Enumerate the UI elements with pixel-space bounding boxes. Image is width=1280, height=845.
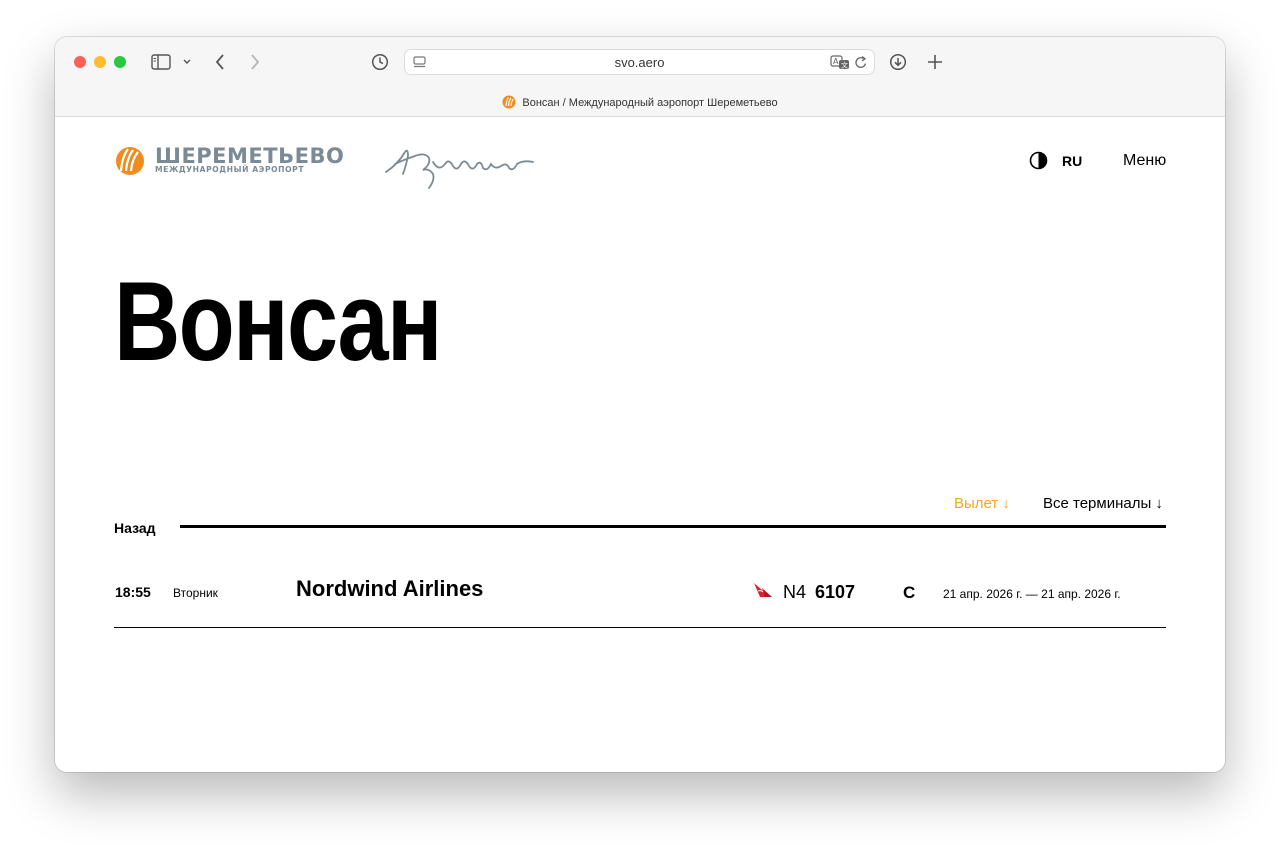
logo-wordmark[interactable]: ШЕРЕМЕТЬЕВО <box>155 146 344 167</box>
history-icon[interactable] <box>371 53 389 71</box>
sidebar-icon[interactable] <box>151 54 171 70</box>
svg-text:文: 文 <box>841 61 848 70</box>
browser-window: svo.aero A文 Вонсан / Международный аэроп… <box>55 37 1225 772</box>
flight-row[interactable]: 18:55 Вторник Nordwind Airlines N4 6107 … <box>114 557 1166 628</box>
flight-time: 18:55 <box>115 584 151 600</box>
airline-code: N4 <box>783 582 807 602</box>
divider <box>180 525 1166 528</box>
page-content: ШЕРЕМЕТЬЕВО МЕЖДУНАРОДНЫЙ АЭРОПОРТ RU Ме… <box>55 117 1225 772</box>
reload-icon[interactable] <box>854 55 868 75</box>
flight-day: Вторник <box>173 586 218 600</box>
zoom-window-button[interactable] <box>114 56 126 68</box>
translate-icon[interactable]: A文 <box>830 55 850 75</box>
nordwind-logo-icon <box>753 582 773 603</box>
download-icon[interactable] <box>889 53 907 71</box>
favicon-icon <box>502 95 516 112</box>
pushkin-signature-logo <box>383 142 537 197</box>
tab-active[interactable]: Вонсан / Международный аэропорт Шереметь… <box>55 95 1225 112</box>
terminal-filter[interactable]: Все терминалы ↓ <box>1043 495 1163 512</box>
contrast-icon[interactable] <box>1029 151 1048 175</box>
airline-name: Nordwind Airlines <box>296 576 484 601</box>
page-title: Вонсан <box>114 259 442 384</box>
direction-filter[interactable]: Вылет ↓ <box>954 495 1010 512</box>
url-text: svo.aero <box>614 55 665 70</box>
address-bar[interactable]: svo.aero A文 <box>404 49 875 75</box>
flight-number: 6107 <box>815 582 856 602</box>
plus-icon[interactable] <box>927 54 943 70</box>
tab-title-text: Вонсан / Международный аэропорт Шереметь… <box>522 97 778 109</box>
browser-toolbar: svo.aero A文 Вонсан / Международный аэроп… <box>55 37 1225 117</box>
logo-subtitle: МЕЖДУНАРОДНЫЙ АЭРОПОРТ <box>155 165 305 174</box>
flight-dates: 21 апр. 2026 г. — 21 апр. 2026 г. <box>943 587 1121 601</box>
forward-icon[interactable] <box>249 53 261 71</box>
language-switch[interactable]: RU <box>1062 153 1082 169</box>
sheremetyevo-logo-icon[interactable] <box>114 144 146 181</box>
minimize-window-button[interactable] <box>94 56 106 68</box>
chevron-down-icon[interactable] <box>182 58 192 66</box>
terminal-label: C <box>903 583 916 602</box>
svg-text:A: A <box>833 57 839 66</box>
back-link[interactable]: Назад <box>114 520 156 536</box>
back-icon[interactable] <box>214 53 226 71</box>
menu-button[interactable]: Меню <box>1123 152 1166 170</box>
close-window-button[interactable] <box>74 56 86 68</box>
